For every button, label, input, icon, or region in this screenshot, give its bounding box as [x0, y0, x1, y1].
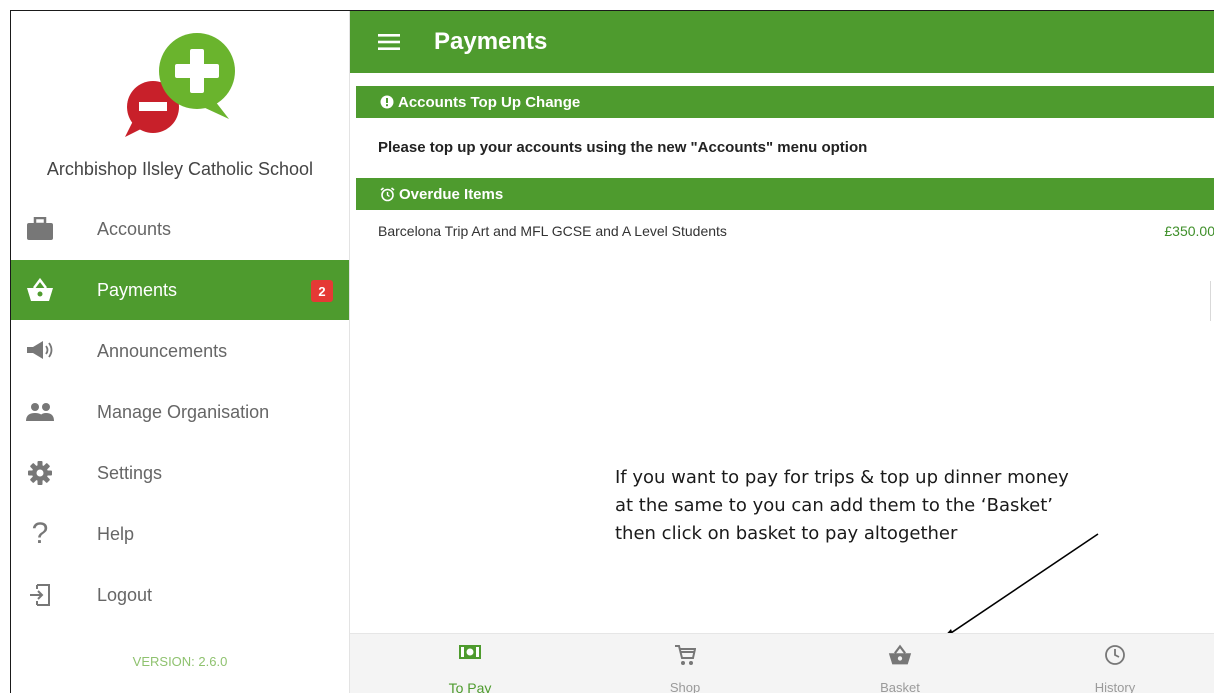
sidebar-item-label: Payments [97, 279, 178, 300]
app-header: Payments [350, 11, 1214, 73]
sidebar-item-logout[interactable]: Logout [11, 565, 349, 625]
question-icon: ? [31, 517, 49, 550]
sidebar-item-help[interactable]: ? Help [11, 504, 349, 564]
annotation-line: then click on basket to pay altogether [615, 523, 958, 544]
section-title: Overdue Items [399, 185, 504, 203]
tab-label: To Pay [448, 680, 492, 693]
tab-label: Shop [669, 680, 701, 693]
section-title: Accounts Top Up Change [398, 93, 581, 111]
sidebar-item-settings[interactable]: Settings [11, 443, 349, 503]
overdue-items-header: Overdue Items [356, 178, 1214, 210]
tab-shop[interactable]: Shop [585, 634, 785, 693]
sidebar-item-label: Settings [97, 462, 163, 483]
sidebar-item-label: Logout [97, 584, 153, 605]
app-logo [125, 33, 235, 137]
app-frame: Archbishop Ilsley Catholic School Accoun… [10, 10, 1214, 693]
megaphone-icon [25, 336, 55, 366]
gear-icon [25, 458, 55, 488]
briefcase-icon [25, 214, 55, 244]
alarm-clock-icon [380, 186, 395, 202]
payments-count-badge: 2 [311, 280, 333, 302]
annotation-line: If you want to pay for trips & top up di… [615, 467, 1069, 488]
overdue-item[interactable]: Barcelona Trip Art and MFL GCSE and A Le… [356, 217, 1214, 247]
menu-icon[interactable] [378, 33, 400, 51]
top-up-notice: Please top up your accounts using the ne… [378, 139, 868, 156]
clock-icon [1015, 644, 1214, 668]
annotation-callout: If you want to pay for trips & top up di… [615, 464, 1175, 548]
app-version: VERSION: 2.6.0 [132, 654, 228, 669]
cart-icon [585, 644, 785, 668]
overdue-item-amount: £350.00 [1164, 223, 1214, 239]
info-icon [380, 95, 394, 109]
page-title: Payments [434, 28, 548, 55]
overdue-item-name: Barcelona Trip Art and MFL GCSE and A Le… [378, 223, 727, 239]
tab-to-pay[interactable]: To Pay [370, 634, 570, 693]
sidebar-item-announcements[interactable]: Announcements [11, 321, 349, 381]
basket-icon [25, 275, 55, 305]
cash-icon [370, 644, 570, 668]
sidebar-item-label: Help [97, 523, 135, 544]
scroll-edge [1210, 281, 1214, 321]
sidebar-item-payments[interactable]: Payments 2 [11, 260, 349, 320]
tab-basket[interactable]: Basket [800, 634, 1000, 693]
sidebar-item-label: Manage Organisation [97, 401, 270, 422]
sidebar-item-manage-organisation[interactable]: Manage Organisation [11, 382, 349, 442]
sidebar-item-label: Accounts [97, 218, 172, 239]
accounts-top-up-header: Accounts Top Up Change [356, 86, 1214, 118]
main-content: Payments Accounts Top Up Change Please t… [350, 11, 1214, 693]
logout-icon [25, 580, 55, 610]
annotation-line: at the same to you can add them to the ‘… [615, 495, 1054, 516]
tab-label: History [1094, 680, 1136, 693]
sidebar: Archbishop Ilsley Catholic School Accoun… [11, 11, 350, 693]
tab-history[interactable]: History [1015, 634, 1214, 693]
tab-label: Basket [880, 680, 920, 693]
sidebar-item-accounts[interactable]: Accounts [11, 199, 349, 259]
basket-icon [800, 644, 1000, 668]
bottom-nav: To Pay Shop Basket History [350, 633, 1214, 693]
sidebar-item-label: Announcements [97, 340, 228, 361]
people-icon [25, 397, 55, 427]
school-name: Archbishop Ilsley Catholic School [46, 159, 314, 179]
